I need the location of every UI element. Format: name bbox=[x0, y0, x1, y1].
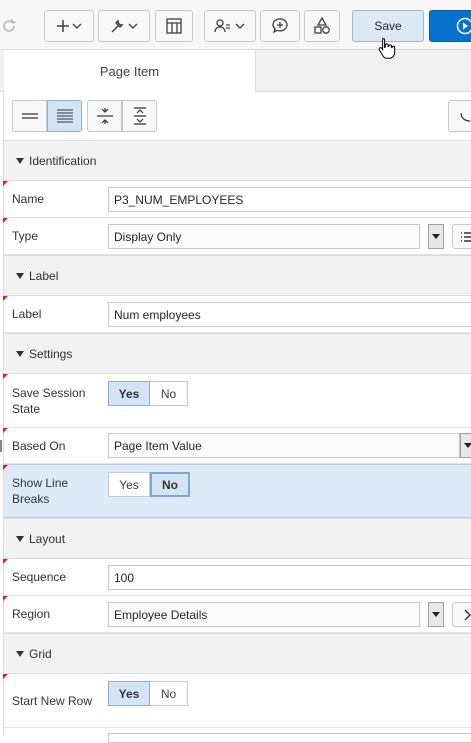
splitter-handle[interactable] bbox=[0, 440, 2, 452]
collapse-all-button[interactable] bbox=[87, 100, 122, 132]
property-label: Name bbox=[12, 181, 107, 217]
next-field-partial[interactable] bbox=[108, 733, 471, 743]
required-flag-icon bbox=[3, 465, 8, 470]
region-go-button[interactable] bbox=[452, 602, 471, 627]
collapsed-view-button[interactable] bbox=[12, 100, 47, 132]
comments-button[interactable] bbox=[260, 10, 300, 42]
collapse-triangle-icon bbox=[16, 273, 24, 279]
undo-icon bbox=[0, 16, 20, 36]
add-icon bbox=[55, 18, 83, 34]
utilities-menu-button[interactable] bbox=[98, 10, 150, 42]
undo-button[interactable] bbox=[0, 10, 26, 42]
property-start-new-row: Start New Row Yes No bbox=[4, 674, 471, 728]
label-input[interactable]: Num employees bbox=[108, 302, 471, 327]
property-label: Label bbox=[12, 296, 107, 332]
region-select[interactable]: Employee Details bbox=[108, 602, 420, 627]
property-region: Region Employee Details bbox=[4, 596, 471, 633]
property-type: Type Display Only bbox=[4, 218, 471, 255]
property-label: Show Line Breaks bbox=[12, 465, 107, 517]
view-toggle-row bbox=[4, 92, 471, 140]
property-sequence: Sequence 100 bbox=[4, 559, 471, 596]
property-show-line-breaks: Show Line Breaks Yes No bbox=[4, 464, 471, 518]
section-title: Layout bbox=[29, 532, 65, 546]
shared-components-button[interactable] bbox=[204, 10, 256, 42]
list-icon bbox=[460, 231, 471, 243]
shared-components-icon bbox=[213, 17, 247, 35]
based-on-dropdown-arrow-icon[interactable] bbox=[460, 433, 471, 458]
section-title: Grid bbox=[29, 647, 52, 661]
property-tabs: Page Item bbox=[0, 50, 471, 92]
grid-layout-button[interactable] bbox=[155, 10, 193, 42]
go-to-group-button[interactable] bbox=[448, 100, 471, 132]
required-flag-icon bbox=[3, 428, 8, 433]
sequence-input[interactable]: 100 bbox=[108, 565, 471, 590]
property-save-session-state: Save Session State Yes No bbox=[4, 374, 471, 428]
collapse-triangle-icon bbox=[16, 158, 24, 164]
arrow-icon bbox=[457, 107, 471, 125]
required-flag-icon bbox=[3, 559, 8, 564]
required-flag-icon bbox=[3, 181, 8, 186]
no-option[interactable]: No bbox=[150, 472, 190, 497]
section-title: Identification bbox=[29, 154, 96, 168]
start-new-row-toggle: Yes No bbox=[108, 681, 188, 706]
based-on-select[interactable]: Page Item Value bbox=[108, 433, 460, 458]
section-settings[interactable]: Settings bbox=[4, 333, 471, 374]
grid-layout-icon bbox=[165, 17, 183, 35]
hand-cursor-icon bbox=[378, 37, 396, 59]
name-input[interactable]: P3_NUM_EMPLOYEES bbox=[108, 187, 471, 212]
expand-all-button[interactable] bbox=[122, 100, 157, 132]
expand-all-icon bbox=[131, 107, 149, 125]
section-identification[interactable]: Identification bbox=[4, 140, 471, 181]
no-option[interactable]: No bbox=[150, 681, 188, 706]
required-flag-icon bbox=[3, 596, 8, 601]
collapse-triangle-icon bbox=[16, 536, 24, 542]
property-label-text: Label Num employees bbox=[4, 296, 471, 333]
section-title: Label bbox=[29, 269, 58, 283]
property-label: Save Session State bbox=[12, 374, 107, 427]
property-based-on: Based On Page Item Value bbox=[4, 428, 471, 464]
required-flag-icon bbox=[3, 674, 8, 679]
collapse-triangle-icon bbox=[16, 651, 24, 657]
type-list-button[interactable] bbox=[452, 224, 471, 249]
property-label: Start New Row bbox=[12, 674, 107, 727]
expanded-view-button[interactable] bbox=[47, 100, 82, 132]
show-line-breaks-toggle: Yes No bbox=[108, 472, 190, 497]
chevron-right-icon bbox=[462, 609, 471, 621]
shapes-icon bbox=[312, 16, 332, 36]
property-name: Name P3_NUM_EMPLOYEES bbox=[4, 181, 471, 218]
required-flag-icon bbox=[3, 374, 8, 379]
yes-option[interactable]: Yes bbox=[108, 472, 150, 497]
property-label: Sequence bbox=[12, 559, 107, 595]
region-dropdown-arrow-icon[interactable] bbox=[428, 602, 444, 627]
property-next-row-partial bbox=[4, 728, 471, 736]
create-menu-button[interactable] bbox=[44, 10, 94, 42]
property-label: Region bbox=[12, 596, 107, 632]
section-grid[interactable]: Grid bbox=[4, 633, 471, 674]
lines-compact-icon bbox=[21, 111, 39, 121]
required-flag-icon bbox=[3, 296, 8, 301]
wrench-icon bbox=[108, 17, 140, 35]
toolbar: Save bbox=[0, 0, 471, 50]
section-label[interactable]: Label bbox=[4, 255, 471, 296]
section-layout[interactable]: Layout bbox=[4, 518, 471, 559]
shapes-button[interactable] bbox=[304, 10, 340, 42]
no-option[interactable]: No bbox=[150, 381, 188, 406]
type-dropdown-arrow-icon[interactable] bbox=[428, 224, 444, 249]
lines-expanded-icon bbox=[56, 109, 74, 123]
property-label: Based On bbox=[12, 428, 107, 463]
save-session-state-toggle: Yes No bbox=[108, 381, 188, 406]
required-flag-icon bbox=[3, 218, 8, 223]
tab-page-item[interactable]: Page Item bbox=[4, 50, 256, 93]
yes-option[interactable]: Yes bbox=[108, 681, 150, 706]
section-title: Settings bbox=[29, 347, 72, 361]
comments-icon bbox=[270, 16, 290, 36]
run-icon bbox=[456, 17, 471, 35]
type-select[interactable]: Display Only bbox=[108, 224, 420, 249]
collapse-triangle-icon bbox=[16, 351, 24, 357]
run-button[interactable] bbox=[429, 10, 471, 42]
collapse-all-icon bbox=[96, 107, 114, 125]
yes-option[interactable]: Yes bbox=[108, 381, 150, 406]
property-label: Type bbox=[12, 218, 107, 254]
